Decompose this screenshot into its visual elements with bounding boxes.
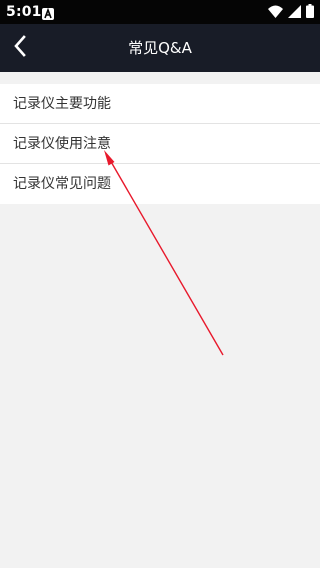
app-header: 常见Q&A (0, 24, 320, 72)
cellular-signal-icon (288, 3, 301, 22)
page-title: 常见Q&A (128, 39, 192, 57)
status-time: 5:01 (6, 4, 42, 20)
menu-item-main-functions[interactable]: 记录仪主要功能 (0, 84, 320, 124)
battery-icon (306, 3, 314, 22)
qa-menu-list: 记录仪主要功能 记录仪使用注意 记录仪常见问题 (0, 84, 320, 204)
status-bar: 5:01 (0, 0, 320, 24)
wifi-icon (268, 3, 283, 22)
chevron-left-icon (13, 35, 27, 61)
status-icons (268, 3, 314, 22)
menu-item-usage-notes[interactable]: 记录仪使用注意 (0, 124, 320, 164)
menu-item-common-questions[interactable]: 记录仪常见问题 (0, 164, 320, 204)
notification-a-icon (42, 5, 54, 20)
back-button[interactable] (0, 24, 40, 72)
